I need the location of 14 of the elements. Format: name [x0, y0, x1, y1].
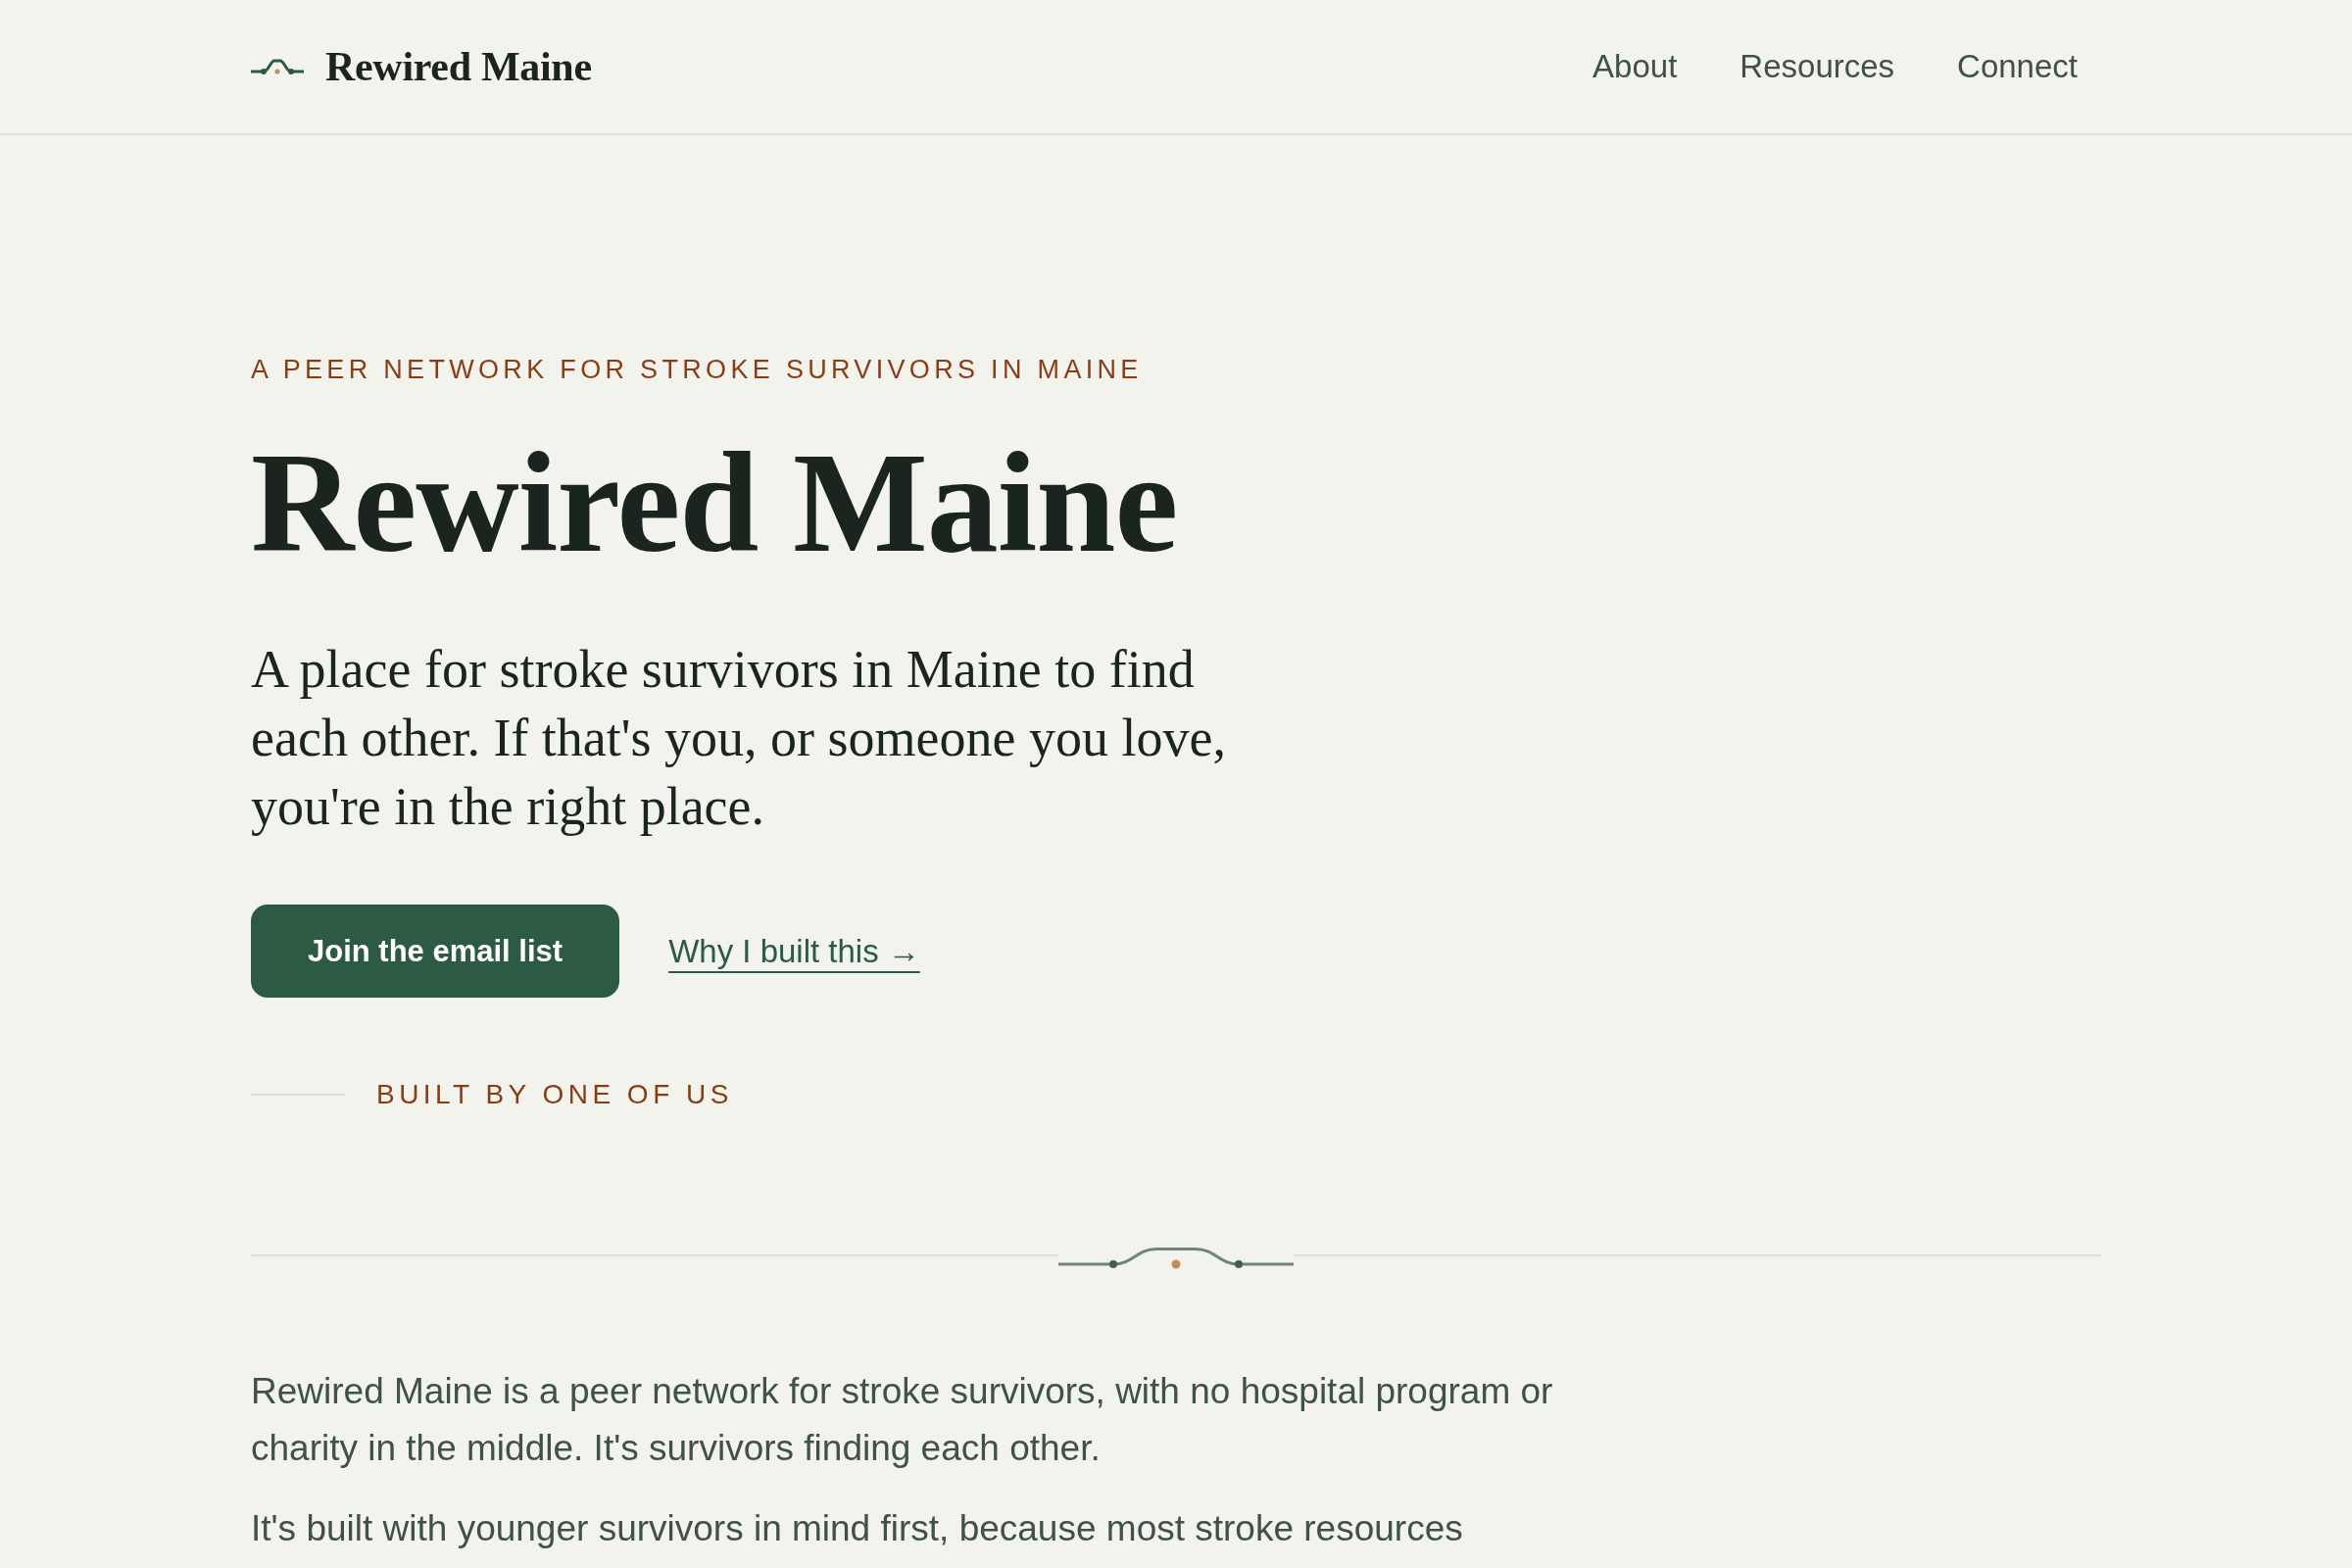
- why-i-built-this-link[interactable]: Why I built this →: [668, 932, 920, 970]
- nav-link[interactable]: Connect: [1945, 40, 2089, 93]
- byline-text: BUILT BY ONE OF US: [376, 1078, 733, 1111]
- logo-wave-icon: [251, 59, 304, 74]
- intro-paragraph: Rewired Maine is a peer network for stroke survivors, with no hospital program or charity in the middle. It's survivors finding each other.: [251, 1370, 1554, 1470]
- join-email-list-button[interactable]: Join the email list: [251, 905, 620, 998]
- site-logo-text[interactable]: Rewired Maine: [325, 43, 592, 90]
- hero-title: Rewired Maine: [251, 424, 1179, 582]
- wave-divider-icon: [1058, 1246, 1294, 1269]
- intro-paragraph: It's built with younger survivors in mind first, because most stroke resources: [251, 1507, 1464, 1550]
- nav-link[interactable]: Resources: [1728, 40, 1907, 93]
- hero-lead-text: A place for stroke survivors in Maine to find each other. If that's you, or someone you love, you're in the right place.: [251, 639, 1227, 838]
- eyebrow-text: A PEER NETWORK FOR STROKE SURVIVORS IN MAINE: [251, 354, 1144, 386]
- nav-link[interactable]: About: [1581, 40, 1690, 93]
